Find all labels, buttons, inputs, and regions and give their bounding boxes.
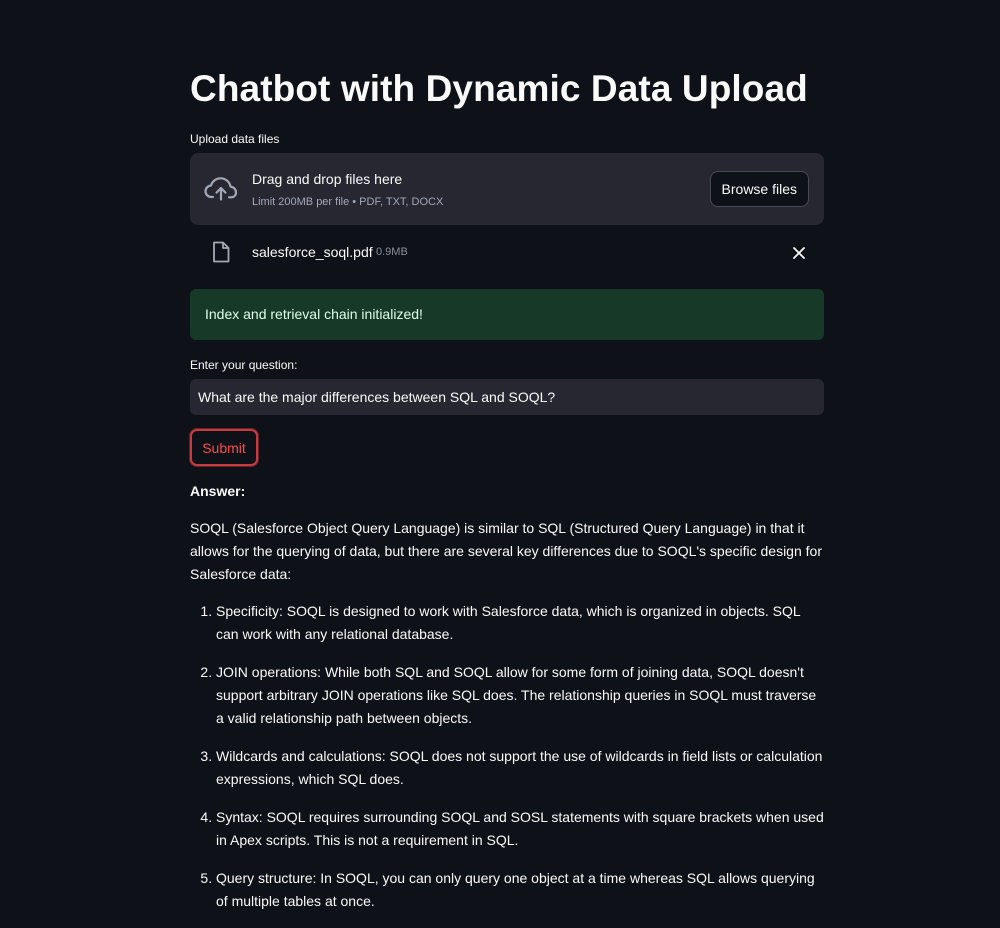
uploaded-file-name: salesforce_soql.pdf <box>252 244 373 260</box>
answer-intro: SOQL (Salesforce Object Query Language) … <box>190 520 822 582</box>
close-icon[interactable] <box>792 246 806 260</box>
cloud-upload-icon <box>204 177 238 201</box>
uploaded-file-size: 0.9MB <box>376 246 408 258</box>
submit-button[interactable]: Submit <box>190 429 258 466</box>
upload-label: Upload data files <box>190 132 280 146</box>
dropzone-title: Drag and drop files here <box>252 171 403 187</box>
uploaded-file-item: salesforce_soql.pdf 0.9MB <box>190 236 824 270</box>
list-item: Syntax: SOQL requires surrounding SOQL a… <box>216 806 824 852</box>
page-title: Chatbot with Dynamic Data Upload <box>190 68 808 109</box>
answer-label: Answer: <box>190 483 246 499</box>
file-icon <box>213 241 230 263</box>
question-label: Enter your question: <box>190 358 298 372</box>
success-message: Index and retrieval chain initialized! <box>205 306 423 322</box>
browse-files-button[interactable]: Browse files <box>709 171 809 207</box>
list-item: Query structure: In SOQL, you can only q… <box>216 867 824 913</box>
success-alert: Index and retrieval chain initialized! <box>190 289 824 340</box>
list-item: Specificity: SOQL is designed to work wi… <box>216 600 824 646</box>
answer-list: Specificity: SOQL is designed to work wi… <box>190 600 824 928</box>
list-item: JOIN operations: While both SQL and SOQL… <box>216 661 824 730</box>
dropzone-limit-text: Limit 200MB per file • PDF, TXT, DOCX <box>252 196 444 208</box>
file-dropzone[interactable]: Drag and drop files here Limit 200MB per… <box>190 153 824 225</box>
question-input[interactable] <box>190 379 824 415</box>
list-item: Wildcards and calculations: SOQL does no… <box>216 745 824 791</box>
